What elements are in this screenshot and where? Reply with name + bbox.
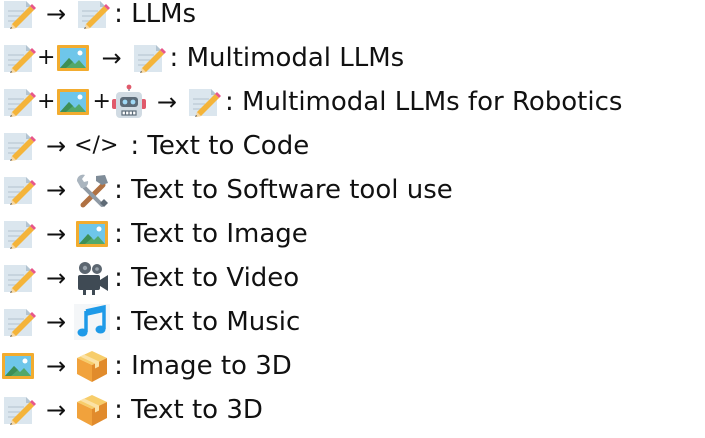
row-label: : Text to Video [114,263,300,293]
memo-icon [185,84,221,120]
code-symbol: </> [74,133,119,158]
diagram-row: → : Text to Image [0,212,308,256]
picture-icon [55,40,91,76]
arrow-icon: → [46,132,67,160]
package-icon [74,392,110,428]
row-label: : LLMs [114,0,197,29]
memo-icon [0,216,36,252]
movie-camera-icon [74,260,110,296]
row-label: : Text to Music [114,307,301,337]
memo-icon [0,128,36,164]
picture-icon [0,348,36,384]
music-note-icon [74,304,111,340]
diagram-row: → : Text to Video [0,256,299,300]
diagram-row: → : Text to Software tool use [0,168,453,212]
diagram-row: → : Image to 3D [0,344,292,388]
diagram-row: + → : Multimodal LLMs [0,36,404,80]
arrow-icon: → [101,44,122,72]
plus-sign: + [37,89,56,114]
plus-sign: + [92,89,111,114]
memo-icon [0,172,36,208]
arrow-icon: → [46,264,67,292]
plus-sign: + [37,45,56,70]
memo-icon [0,260,36,296]
arrow-icon: → [46,0,67,28]
picture-icon [55,84,91,120]
diagram-row: → </> : Text to Code [0,124,309,168]
row-label: : Text to Software tool use [114,175,453,205]
memo-icon [0,40,36,76]
arrow-icon: → [46,396,67,424]
memo-icon [74,0,111,32]
row-label: : Multimodal LLMs for Robotics [224,87,623,117]
arrow-icon: → [46,308,67,336]
diagram-row: → : Text to Music [0,300,300,344]
memo-icon [0,304,36,340]
memo-icon [130,40,166,76]
arrow-icon: → [46,352,67,380]
arrow-icon: → [156,88,177,116]
tools-icon [74,172,110,208]
memo-icon [0,0,36,32]
row-label: : Multimodal LLMs [169,43,405,73]
arrow-icon: → [46,220,67,248]
robot-icon [111,84,147,120]
arrow-icon: → [46,176,67,204]
memo-icon [0,392,36,428]
diagram-row: + + → : Multimodal LLMs for Robotics [0,80,622,124]
picture-icon [74,216,110,252]
diagram-row: → : Text to 3D [0,388,263,432]
diagram-row: → : LLMs [0,0,196,36]
row-label: : Text to Code [130,131,310,161]
row-label: : Image to 3D [114,351,292,381]
package-icon [74,348,110,384]
memo-icon [0,84,36,120]
row-label: : Text to Image [114,219,308,249]
row-label: : Text to 3D [114,395,263,425]
